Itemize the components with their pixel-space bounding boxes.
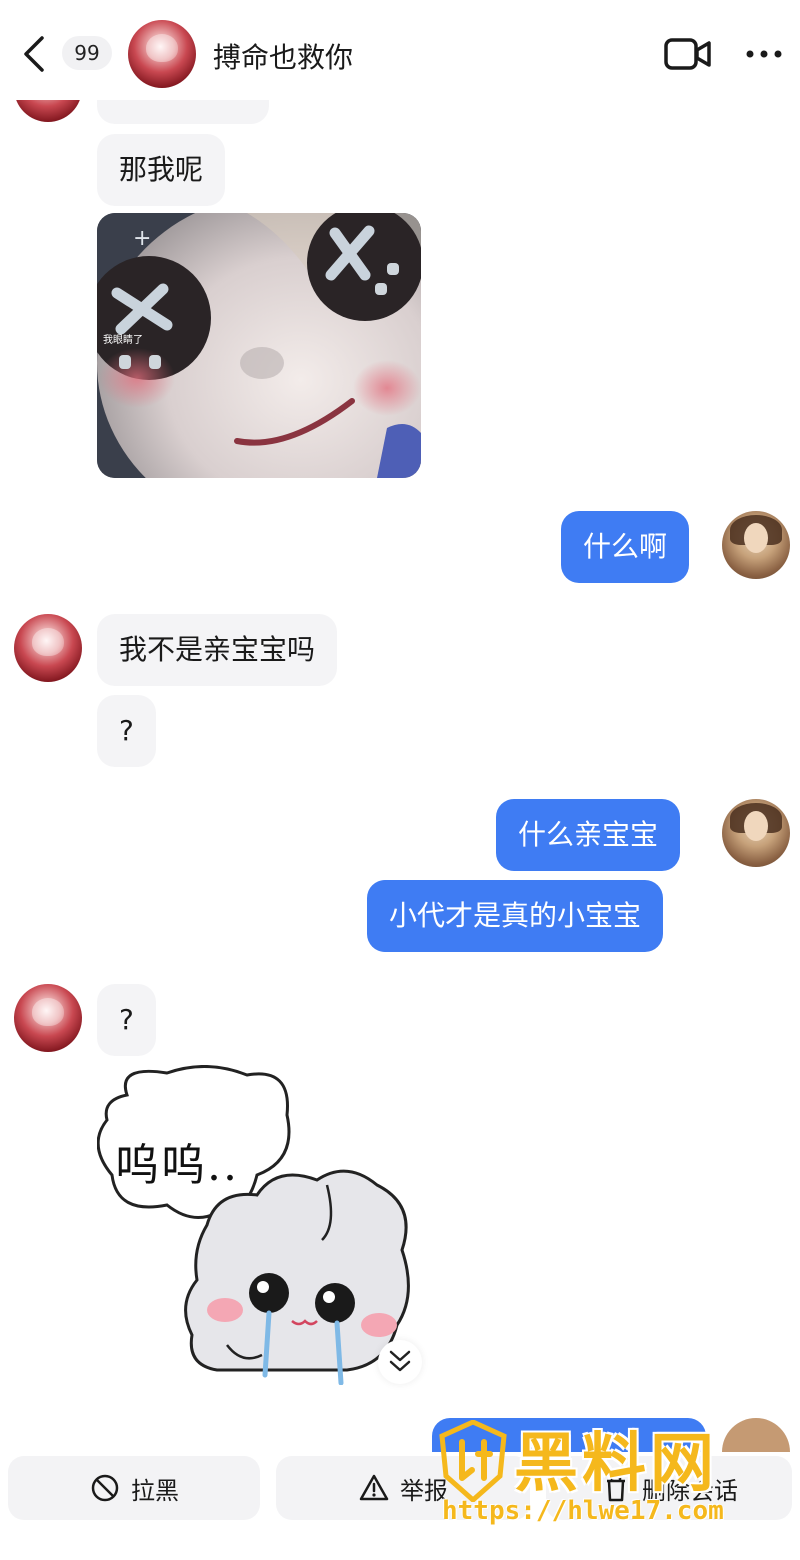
watermark-logo-icon: [439, 1420, 507, 1502]
contact-name[interactable]: 搏命也救你: [213, 36, 353, 76]
message-bubble[interactable]: 我不是亲宝宝吗: [97, 614, 338, 686]
message-bubble-outgoing[interactable]: 小代才是真的小宝宝: [367, 880, 664, 952]
warning-icon: [359, 1474, 389, 1501]
more-dots-icon[interactable]: [744, 44, 784, 64]
watermark: 黑料网 https://hlwe17.com: [438, 1412, 800, 1542]
video-call-icon[interactable]: [664, 36, 712, 72]
message-bubble[interactable]: 那我呢: [97, 134, 226, 206]
sticker-caption: 呜呜..: [115, 1140, 239, 1191]
contact-avatar[interactable]: [128, 20, 196, 88]
unread-count-badge[interactable]: 99: [62, 36, 112, 70]
chat-header: 99 搏命也救你: [0, 0, 800, 100]
scroll-down-chevrons-icon[interactable]: [378, 1340, 422, 1384]
contact-avatar[interactable]: [14, 984, 82, 1052]
crying-bunny-sticker[interactable]: 呜呜..: [96, 1065, 417, 1386]
block-button[interactable]: 拉黑: [8, 1456, 260, 1520]
message-bubble-outgoing[interactable]: 什么亲宝宝: [496, 799, 681, 871]
back-arrow-icon[interactable]: [18, 34, 52, 74]
my-avatar[interactable]: [722, 799, 790, 867]
watermark-url: https://hlwe17.com: [442, 1496, 724, 1526]
my-avatar[interactable]: [722, 511, 790, 579]
watermark-title: 黑料网: [514, 1427, 718, 1501]
svg-text:+: +: [133, 226, 151, 251]
contact-avatar[interactable]: [14, 614, 82, 682]
message-bubble-outgoing[interactable]: 什么啊: [561, 511, 690, 583]
block-label: 拉黑: [131, 1476, 179, 1505]
sticker-caption: 我眼睛了: [103, 335, 143, 346]
doll-face-sticker[interactable]: + 我眼睛了: [97, 213, 421, 478]
message-bubble[interactable]: ?: [97, 695, 156, 767]
message-bubble[interactable]: ?: [97, 984, 156, 1056]
block-icon: [91, 1474, 119, 1502]
